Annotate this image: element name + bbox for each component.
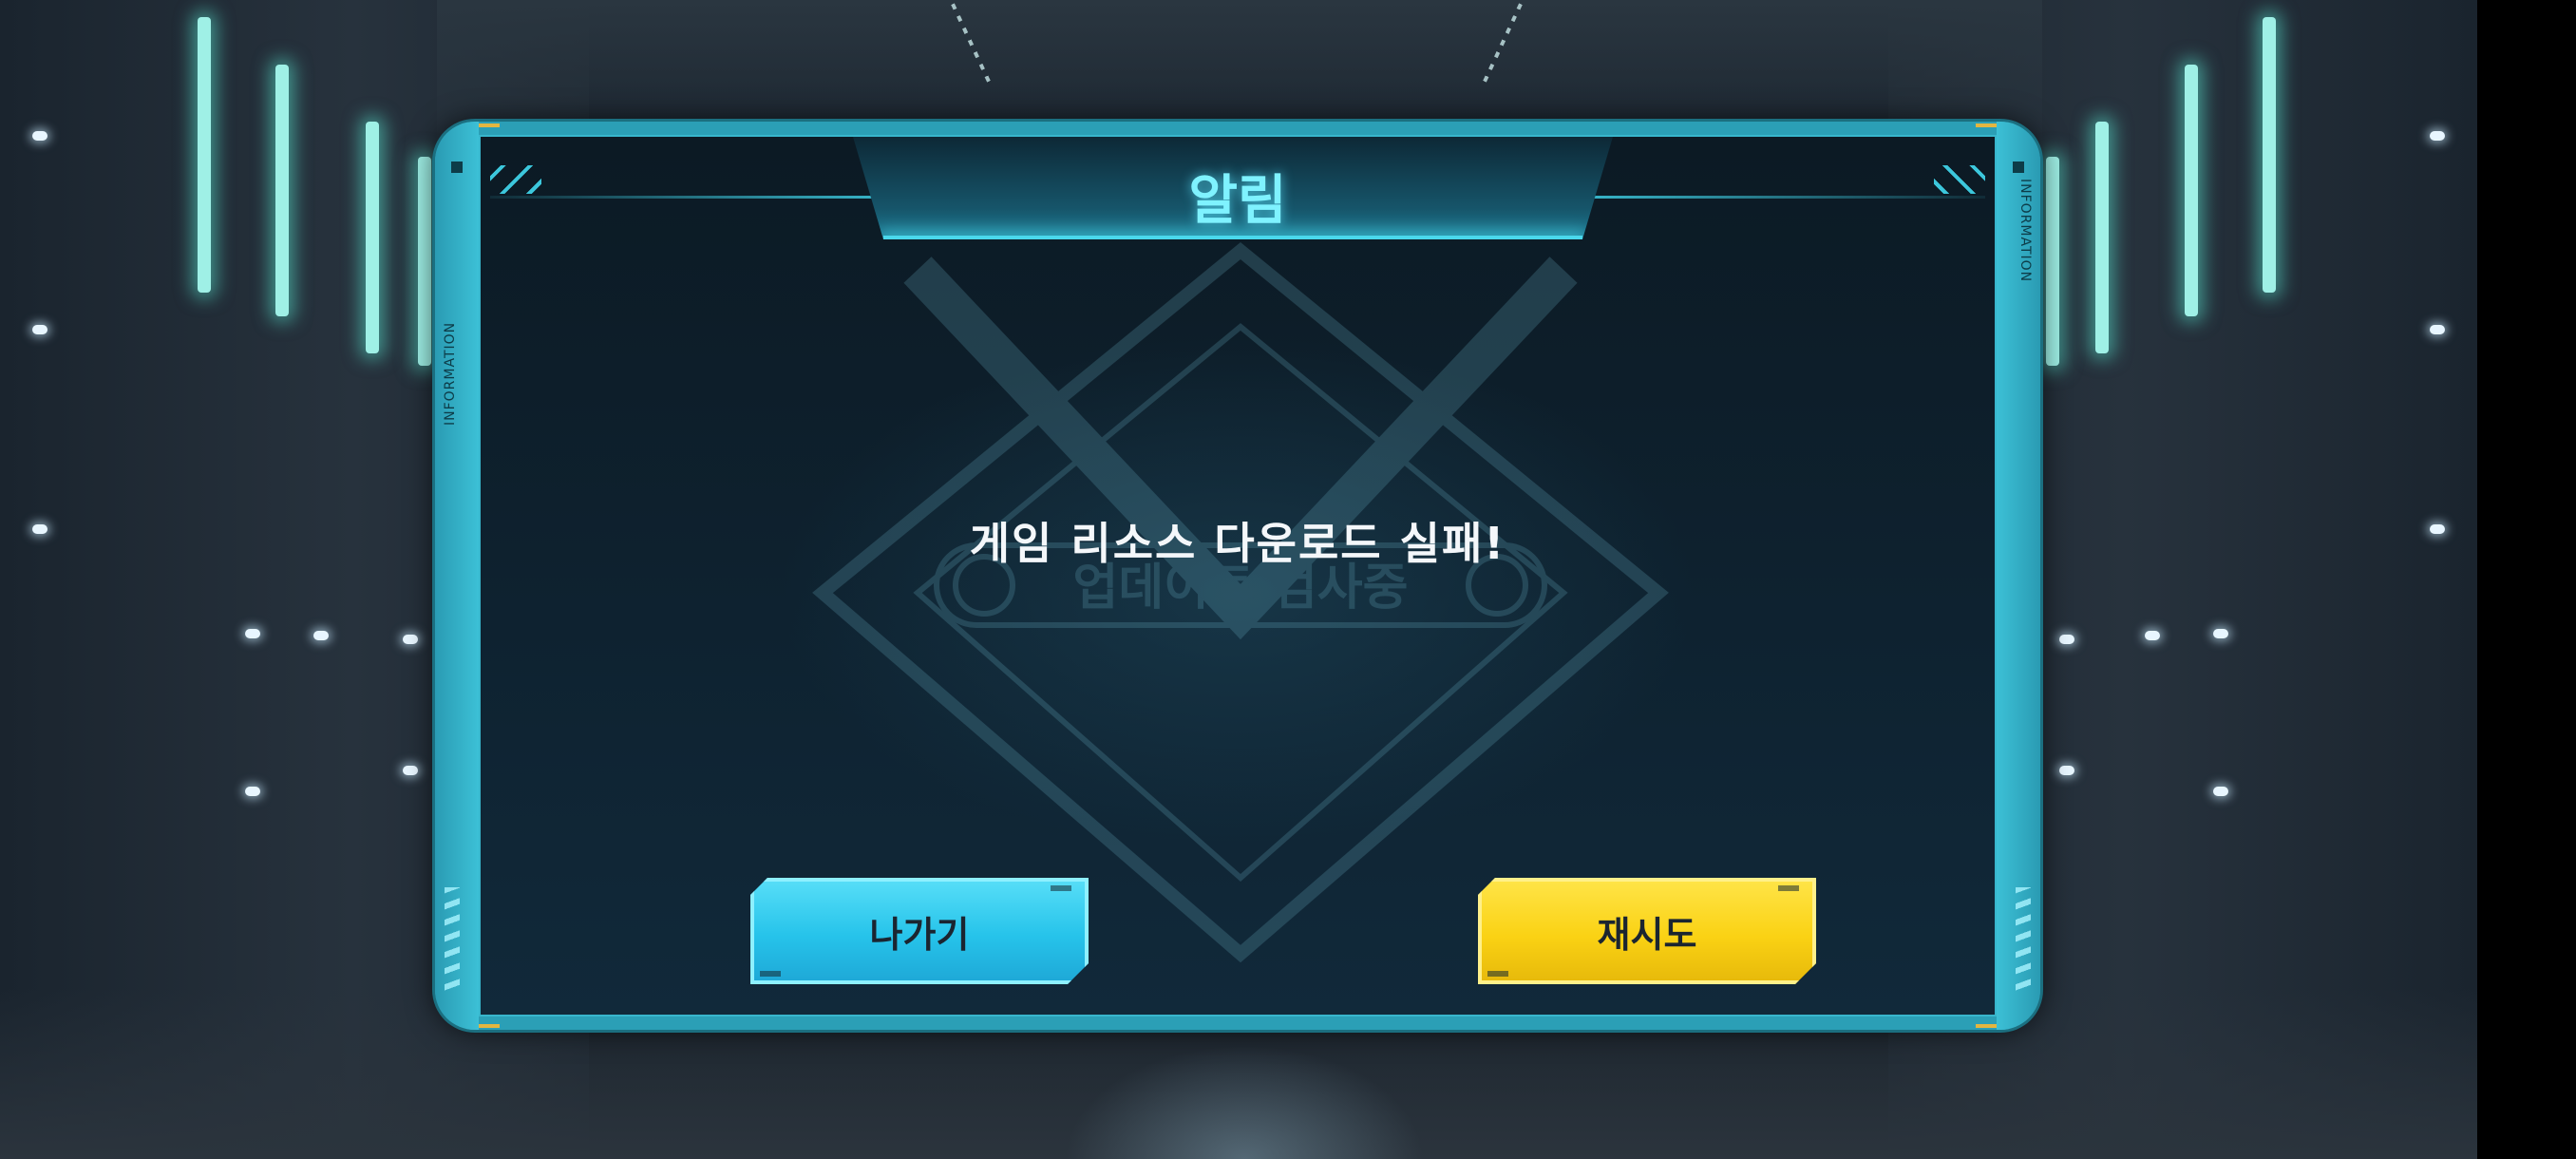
wall-light bbox=[403, 766, 418, 775]
dialog-right-frame: INFORMATION bbox=[1997, 122, 2040, 1030]
wall-light bbox=[32, 325, 47, 334]
wall-light bbox=[245, 629, 260, 638]
dialog-body: 업데이트 검사중 알림 게임 리소스 다운로드 실패! 나가기 재시도 bbox=[479, 135, 1997, 1016]
wall-light bbox=[32, 131, 47, 141]
neon-light bbox=[275, 65, 289, 316]
indicator-square-icon bbox=[2013, 162, 2024, 173]
retry-button[interactable]: 재시도 bbox=[1478, 878, 1816, 984]
wall-light bbox=[2059, 766, 2074, 775]
retry-button-label: 재시도 bbox=[1597, 913, 1697, 956]
error-message: 게임 리소스 다운로드 실패! bbox=[969, 518, 1506, 569]
wall-light bbox=[245, 787, 260, 796]
neon-light bbox=[418, 157, 431, 366]
stripe-decoration-icon bbox=[445, 887, 460, 992]
neon-light bbox=[2095, 122, 2109, 353]
floor-light bbox=[1064, 1045, 1425, 1159]
wall-light bbox=[2430, 131, 2445, 141]
button-notch bbox=[1778, 885, 1799, 891]
wall-light bbox=[313, 631, 329, 640]
wall-light bbox=[2430, 524, 2445, 534]
exit-button-label: 나가기 bbox=[869, 913, 970, 956]
wall-light bbox=[2213, 787, 2228, 796]
wall-light bbox=[2059, 635, 2074, 644]
watermark-emblem-icon: 업데이트 검사중 bbox=[812, 241, 1669, 963]
neon-light bbox=[366, 122, 379, 353]
button-notch bbox=[1487, 971, 1508, 977]
exit-button[interactable]: 나가기 bbox=[750, 878, 1089, 984]
indicator-square-icon bbox=[451, 162, 463, 173]
button-notch bbox=[1051, 885, 1071, 891]
corner-accent bbox=[479, 1024, 500, 1028]
screen-edge-bar bbox=[2477, 0, 2576, 1159]
stripe-decoration-icon bbox=[2016, 887, 2031, 992]
button-notch bbox=[760, 971, 781, 977]
corner-accent bbox=[479, 124, 500, 127]
wall-light bbox=[2430, 325, 2445, 334]
side-label: INFORMATION bbox=[2017, 179, 2033, 283]
neon-light bbox=[198, 17, 211, 293]
corner-accent bbox=[1976, 124, 1997, 127]
wall-light bbox=[403, 635, 418, 644]
corner-accent bbox=[1976, 1024, 1997, 1028]
side-label: INFORMATION bbox=[443, 321, 458, 426]
neon-light bbox=[2263, 17, 2276, 293]
neon-light bbox=[2046, 157, 2059, 366]
wall-light bbox=[2213, 629, 2228, 638]
wall-light bbox=[32, 524, 47, 534]
dialog-left-frame: INFORMATION bbox=[435, 122, 479, 1030]
dialog-title: 알림 bbox=[1188, 170, 1287, 232]
notice-dialog: INFORMATION INFORMATION 업데이트 검사중 알림 게임 리… bbox=[435, 122, 2040, 1030]
wall-light bbox=[2145, 631, 2160, 640]
neon-light bbox=[2185, 65, 2198, 316]
